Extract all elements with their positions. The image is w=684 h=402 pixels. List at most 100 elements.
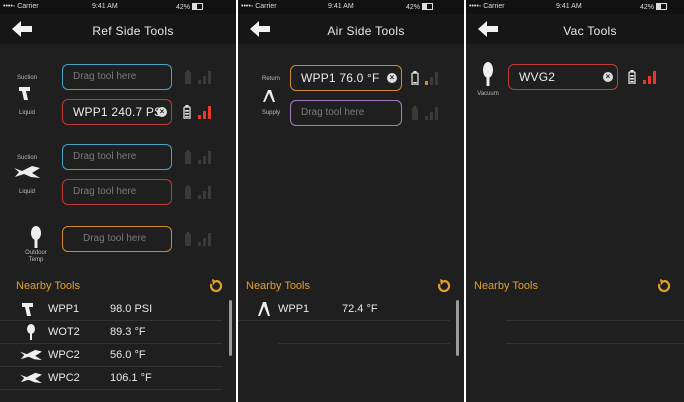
- liquid-label: Liquid: [18, 110, 35, 116]
- suction-dropzone-1[interactable]: Drag tool here: [62, 64, 172, 90]
- battery-icon: [185, 185, 191, 199]
- back-arrow-icon[interactable]: [12, 21, 32, 37]
- supply-label: Supply: [261, 110, 281, 116]
- tool-name: WPC2: [48, 372, 80, 384]
- suction-placeholder: Drag tool here: [73, 71, 137, 82]
- battery-percent: 42%: [640, 4, 655, 11]
- signal-icon: [198, 105, 214, 119]
- carrier-text: ••••◦ Carrier: [469, 3, 505, 10]
- suction-placeholder: Drag tool here: [73, 151, 137, 162]
- signal-icon: [198, 185, 214, 199]
- battery-icon: [185, 150, 191, 164]
- back-arrow-icon[interactable]: [478, 21, 498, 37]
- suction-dropzone-2[interactable]: Drag tool here: [62, 144, 172, 170]
- divider: [506, 320, 684, 321]
- refresh-icon[interactable]: [208, 278, 224, 294]
- air-side-screen: ••••◦ Carrier 9:41 AM 42% Air Side Tools…: [238, 0, 464, 402]
- suction-label: Suction: [16, 155, 37, 161]
- ref-side-screen: ••••◦ Carrier 9:41 AM 42% Ref Side Tools…: [0, 0, 236, 402]
- nearby-row[interactable]: WPC2 56.0 °F: [0, 344, 222, 367]
- tool-value: 106.1 °F: [110, 372, 152, 384]
- vac-screen: ••••◦ Carrier 9:41 AM 42% Vac Tools Vacu…: [466, 0, 684, 402]
- nearby-row[interactable]: WPP1 98.0 PSI: [0, 298, 222, 321]
- battery-icon: [422, 3, 434, 10]
- battery-icon: [185, 70, 191, 84]
- supply-dropzone[interactable]: Drag tool here: [290, 100, 402, 126]
- signal-icon: [425, 106, 441, 120]
- nearby-row[interactable]: WPP1 72.4 °F: [238, 298, 450, 321]
- scrollbar[interactable]: [456, 300, 459, 356]
- liquid-label: Liquid: [18, 189, 35, 195]
- refresh-icon[interactable]: [656, 278, 672, 294]
- page-title: Air Side Tools: [327, 24, 405, 38]
- nearby-title: Nearby Tools: [474, 280, 538, 292]
- air-probe-icon: [263, 90, 275, 102]
- battery-icon: [411, 71, 419, 85]
- outdoor-placeholder: Drag tool here: [83, 233, 147, 244]
- vacuum-dropzone[interactable]: WVG2 ×: [508, 64, 618, 90]
- signal-icon: [425, 71, 441, 85]
- battery-icon: [656, 3, 668, 10]
- liquid-dropzone-1[interactable]: WPP1 240.7 PSI ×: [62, 99, 172, 125]
- tool-name: WPP1: [278, 303, 310, 315]
- signal-icon: [198, 150, 214, 164]
- suction-label: Suction: [16, 75, 37, 81]
- battery-text: 42%: [640, 3, 668, 11]
- battery-icon: [185, 232, 191, 246]
- back-arrow-icon[interactable]: [250, 21, 270, 37]
- tool-value: 98.0 PSI: [110, 303, 153, 315]
- divider: [506, 343, 684, 344]
- status-bar: ••••◦ Carrier 9:41 AM 42%: [466, 0, 684, 14]
- refresh-icon[interactable]: [436, 278, 452, 294]
- signal-icon: [198, 232, 214, 246]
- battery-text: 42%: [176, 3, 204, 11]
- clear-icon[interactable]: ×: [157, 107, 167, 117]
- nav-bar: Vac Tools: [466, 14, 684, 44]
- nearby-row[interactable]: WOT2 89.3 °F: [0, 321, 222, 344]
- return-label: Return: [261, 76, 280, 82]
- battery-icon: [192, 3, 204, 10]
- nearby-header: Nearby Tools: [466, 276, 684, 298]
- tool-name: WOT2: [48, 326, 80, 338]
- pipe-clamp-icon: [20, 372, 42, 384]
- tool-value: 72.4 °F: [342, 303, 378, 315]
- scrollbar[interactable]: [229, 300, 232, 356]
- divider: [278, 343, 450, 344]
- liquid-placeholder: Drag tool here: [73, 186, 137, 197]
- battery-icon: [183, 105, 191, 119]
- screens-container: ••••◦ Carrier 9:41 AM 42% Ref Side Tools…: [0, 0, 684, 402]
- battery-percent: 42%: [406, 4, 421, 11]
- tool-value: 56.0 °F: [110, 349, 146, 361]
- carrier-text: ••••◦ Carrier: [3, 3, 39, 10]
- pressure-probe-icon: [22, 303, 33, 316]
- carrier-text: ••••◦ Carrier: [241, 3, 277, 10]
- temp-probe-icon: [27, 324, 35, 340]
- vacuum-gauge-icon: [483, 62, 493, 86]
- tool-value: 89.3 °F: [110, 326, 146, 338]
- pressure-probe-icon: [19, 87, 30, 100]
- clock-text: 9:41 AM: [556, 3, 582, 10]
- status-bar: ••••◦ Carrier 9:41 AM 42%: [238, 0, 464, 14]
- battery-percent: 42%: [176, 4, 191, 11]
- vacuum-value: WVG2: [519, 70, 556, 84]
- outdoor-temp-label: Outdoor Temp: [25, 250, 47, 263]
- clock-text: 9:41 AM: [328, 3, 354, 10]
- nearby-row[interactable]: WPC2 106.1 °F: [0, 367, 222, 390]
- supply-placeholder: Drag tool here: [301, 107, 365, 118]
- clear-icon[interactable]: ×: [387, 73, 397, 83]
- air-probe-icon: [258, 302, 270, 316]
- nav-bar: Ref Side Tools: [0, 14, 236, 44]
- return-dropzone[interactable]: WPP1 76.0 °F ×: [290, 65, 402, 91]
- page-title: Ref Side Tools: [92, 24, 174, 38]
- nearby-title: Nearby Tools: [16, 280, 80, 292]
- liquid-dropzone-2[interactable]: Drag tool here: [62, 179, 172, 205]
- nearby-title: Nearby Tools: [246, 280, 310, 292]
- signal-icon: [198, 70, 214, 84]
- pipe-clamp-icon: [14, 166, 40, 178]
- clear-icon[interactable]: ×: [603, 72, 613, 82]
- tool-name: WPP1: [48, 303, 80, 315]
- pipe-clamp-icon: [20, 349, 42, 361]
- tool-name: WPC2: [48, 349, 80, 361]
- outdoor-dropzone[interactable]: Drag tool here: [62, 226, 172, 252]
- temp-probe-icon: [31, 226, 41, 248]
